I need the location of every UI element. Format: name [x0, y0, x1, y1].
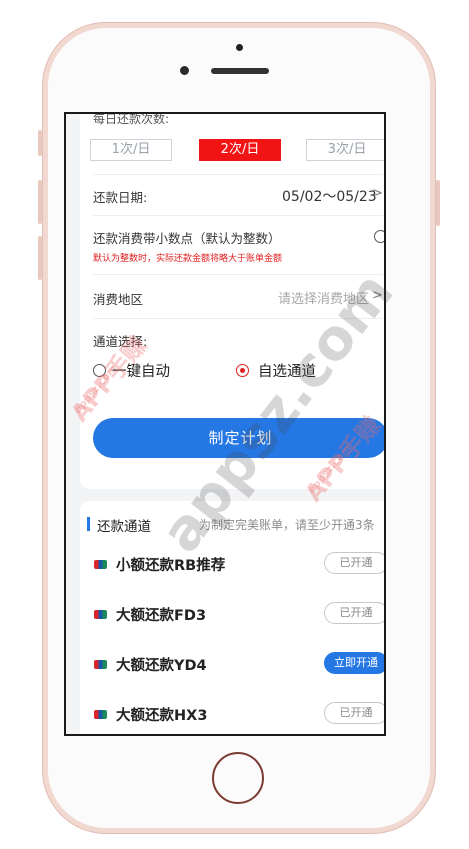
- region-select[interactable]: 请选择消费地区: [278, 288, 369, 307]
- section-accent-bar: [87, 517, 90, 531]
- auto-channel-label[interactable]: 一键自动: [112, 360, 170, 381]
- channel-name: 大额还款YD4: [116, 658, 207, 674]
- divider: [93, 274, 383, 275]
- channel-action-button[interactable]: 立即开通: [324, 652, 384, 674]
- manual-channel-radio[interactable]: [236, 364, 249, 377]
- mute-switch: [38, 130, 42, 156]
- daily-times-label: 每日还款次数:: [93, 112, 170, 126]
- channel-select-label: 通道选择:: [93, 334, 148, 349]
- divider: [93, 215, 383, 216]
- unionpay-card-icon: [94, 560, 107, 569]
- decimal-warning: 默认为整数时，实际还款金额将略大于账单金额: [93, 254, 283, 264]
- divider: [93, 174, 383, 175]
- freq-option-1[interactable]: 1次/日: [90, 139, 172, 161]
- freq-option-3[interactable]: 3次/日: [306, 139, 384, 161]
- channel-name: 小额还款RB推荐: [116, 558, 226, 574]
- volume-up-button: [38, 180, 42, 224]
- app-screen: 每日还款次数: 1次/日 2次/日 3次/日 还款日期: 05/02～05/23…: [64, 112, 386, 736]
- channel-action-button[interactable]: 已开通: [324, 552, 384, 574]
- channels-title: 还款通道: [97, 519, 151, 535]
- home-button[interactable]: [212, 752, 264, 804]
- make-plan-button[interactable]: 制定计划: [93, 418, 384, 458]
- region-label: 消费地区: [93, 292, 144, 307]
- unionpay-card-icon: [94, 610, 107, 619]
- manual-channel-label[interactable]: 自选通道: [258, 360, 316, 381]
- channels-hint: 为制定完美账单，请至少开通3条: [199, 518, 375, 532]
- chevron-right-icon[interactable]: >: [372, 186, 383, 201]
- channel-name: 大额还款HX3: [116, 708, 208, 724]
- repay-date-label: 还款日期:: [93, 190, 148, 205]
- repay-date-value[interactable]: 05/02～05/23: [282, 186, 377, 206]
- top-camera: [236, 44, 243, 51]
- decimal-label: 还款消费带小数点（默认为整数）: [93, 231, 281, 246]
- channel-name: 大额还款FD3: [116, 608, 207, 624]
- chevron-right-icon[interactable]: >: [372, 288, 383, 303]
- front-camera: [180, 66, 189, 75]
- auto-channel-radio[interactable]: [93, 364, 106, 377]
- channel-action-button[interactable]: 已开通: [324, 602, 384, 624]
- channel-action-button[interactable]: 已开通: [324, 702, 384, 724]
- decimal-radio[interactable]: [374, 230, 384, 243]
- freq-option-2[interactable]: 2次/日: [199, 139, 281, 161]
- volume-down-button: [38, 236, 42, 280]
- power-button: [436, 180, 440, 226]
- unionpay-card-icon: [94, 710, 107, 719]
- divider: [93, 318, 383, 319]
- unionpay-card-icon: [94, 660, 107, 669]
- earpiece-speaker: [211, 68, 269, 74]
